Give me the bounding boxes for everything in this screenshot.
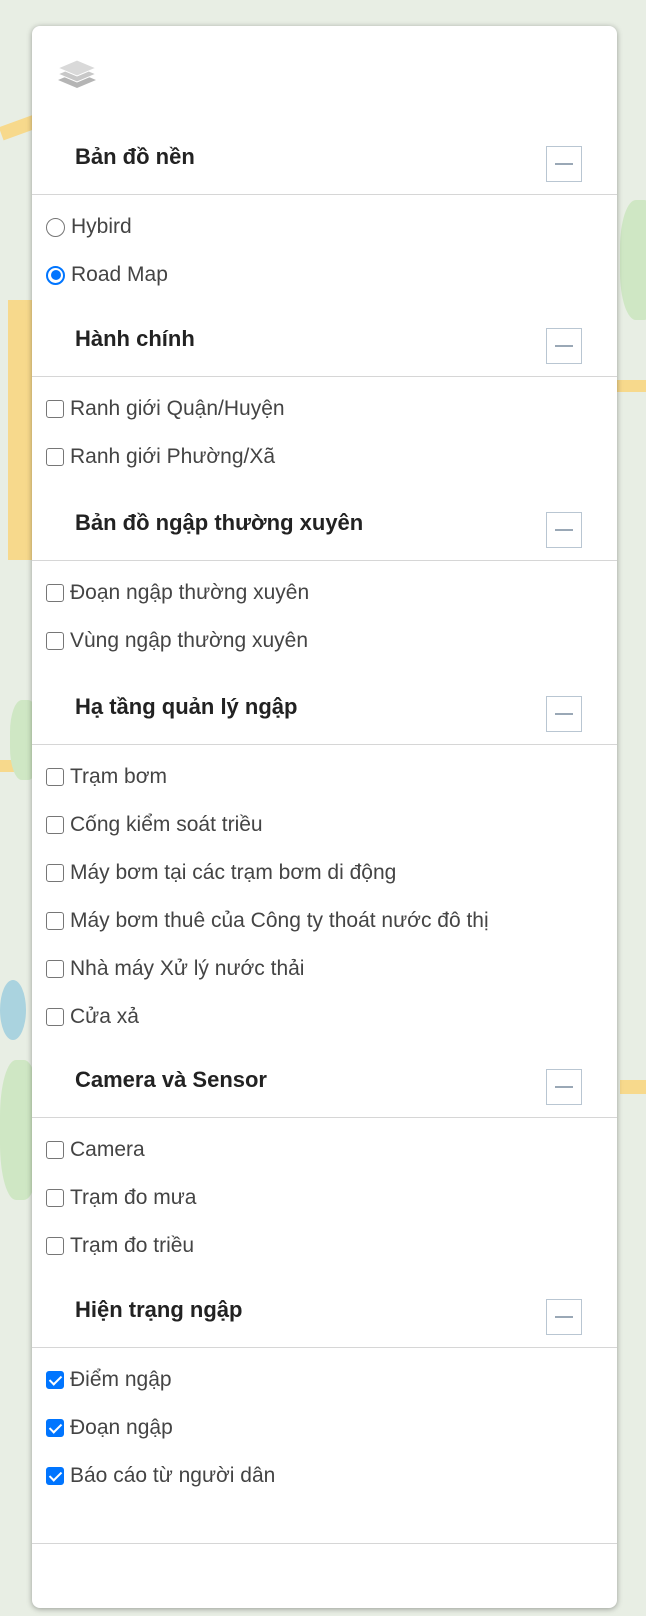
- checkbox-option[interactable]: Trạm đo mưa: [46, 1183, 196, 1213]
- section-title: Hiện trạng ngập: [75, 1297, 243, 1322]
- section-title: Hành chính: [75, 326, 195, 351]
- collapse-button[interactable]: [546, 328, 582, 364]
- option-label: Ranh giới Phường/Xã: [70, 445, 276, 468]
- checkbox[interactable]: [46, 1189, 64, 1207]
- section-header: Hành chính: [32, 312, 617, 377]
- checkbox-option[interactable]: Trạm bơm: [46, 762, 167, 792]
- option-label: Trạm đo triều: [70, 1234, 195, 1257]
- checkbox-option[interactable]: Trạm đo triều: [46, 1231, 194, 1261]
- checkbox[interactable]: [46, 1371, 64, 1389]
- collapse-button[interactable]: [546, 1299, 582, 1335]
- section-title: Bản đồ ngập thường xuyên: [75, 510, 364, 535]
- section-header: Camera và Sensor: [32, 1053, 617, 1118]
- collapse-button[interactable]: [546, 146, 582, 182]
- radio-option[interactable]: Hybird: [46, 212, 132, 242]
- option-label: Camera: [70, 1138, 145, 1161]
- checkbox-option[interactable]: Cửa xả: [46, 1002, 139, 1032]
- option-label: Ranh giới Quận/Huyện: [70, 397, 285, 420]
- checkbox[interactable]: [46, 448, 64, 466]
- radio-option[interactable]: Road Map: [46, 260, 168, 290]
- section-header: Hạ tầng quản lý ngập: [32, 680, 617, 745]
- checkbox[interactable]: [46, 400, 64, 418]
- option-label: Điểm ngập: [70, 1368, 172, 1391]
- option-label: Trạm đo mưa: [70, 1186, 197, 1209]
- section-title: Hạ tầng quản lý ngập: [75, 694, 298, 719]
- checkbox-option[interactable]: Máy bơm tại các trạm bơm di động: [46, 858, 396, 888]
- checkbox-option[interactable]: Đoạn ngập: [46, 1413, 173, 1443]
- checkbox-option[interactable]: Nhà máy Xử lý nước thải: [46, 954, 304, 984]
- option-label: Đoạn ngập: [70, 1416, 173, 1439]
- collapse-button[interactable]: [546, 512, 582, 548]
- bottom-divider: [32, 1543, 617, 1544]
- checkbox[interactable]: [46, 1237, 64, 1255]
- section-title: Bản đồ nền: [75, 144, 195, 169]
- checkbox-option[interactable]: Ranh giới Quận/Huyện: [46, 394, 285, 424]
- checkbox-option[interactable]: Camera: [46, 1135, 145, 1165]
- checkbox[interactable]: [46, 864, 64, 882]
- checkbox[interactable]: [46, 584, 64, 602]
- collapse-button[interactable]: [546, 696, 582, 732]
- option-label: Hybird: [71, 215, 132, 238]
- layers-icon[interactable]: [54, 50, 100, 96]
- radio-button[interactable]: [46, 265, 65, 285]
- radio-button[interactable]: [46, 217, 65, 237]
- checkbox-option[interactable]: Ranh giới Phường/Xã: [46, 442, 275, 472]
- option-label: Đoạn ngập thường xuyên: [70, 581, 310, 604]
- option-label: Vùng ngập thường xuyên: [70, 629, 309, 652]
- option-label: Máy bơm tại các trạm bơm di động: [70, 861, 397, 884]
- checkbox[interactable]: [46, 912, 64, 930]
- checkbox-option[interactable]: Đoạn ngập thường xuyên: [46, 578, 309, 608]
- checkbox-option[interactable]: Báo cáo từ người dân: [46, 1461, 275, 1491]
- checkbox-option[interactable]: Cống kiểm soát triều: [46, 810, 263, 840]
- layer-panel: Bản đồ nền Hybird Road Map Hành chính Ranh g…: [32, 26, 617, 1608]
- option-label: Cống kiểm soát triều: [70, 813, 263, 836]
- checkbox-option[interactable]: Máy bơm thuê của Công ty thoát nước đô t…: [46, 906, 489, 936]
- option-label: Máy bơm thuê của Công ty thoát nước đô t…: [70, 909, 489, 932]
- option-label: Cửa xả: [70, 1005, 139, 1028]
- option-label: Trạm bơm: [70, 765, 167, 788]
- checkbox[interactable]: [46, 960, 64, 978]
- section-title: Camera và Sensor: [75, 1067, 267, 1092]
- checkbox[interactable]: [46, 1467, 64, 1485]
- option-label: Báo cáo từ người dân: [70, 1464, 276, 1487]
- checkbox[interactable]: [46, 768, 64, 786]
- option-label: Road Map: [71, 263, 168, 286]
- checkbox[interactable]: [46, 1419, 64, 1437]
- collapse-button[interactable]: [546, 1069, 582, 1105]
- checkbox-option[interactable]: Vùng ngập thường xuyên: [46, 626, 308, 656]
- option-label: Nhà máy Xử lý nước thải: [70, 957, 305, 980]
- section-header: Bản đồ ngập thường xuyên: [32, 496, 617, 561]
- checkbox[interactable]: [46, 1008, 64, 1026]
- checkbox[interactable]: [46, 632, 64, 650]
- checkbox[interactable]: [46, 1141, 64, 1159]
- checkbox[interactable]: [46, 816, 64, 834]
- section-header: Bản đồ nền: [32, 130, 617, 195]
- section-header: Hiện trạng ngập: [32, 1283, 617, 1348]
- checkbox-option[interactable]: Điểm ngập: [46, 1365, 172, 1395]
